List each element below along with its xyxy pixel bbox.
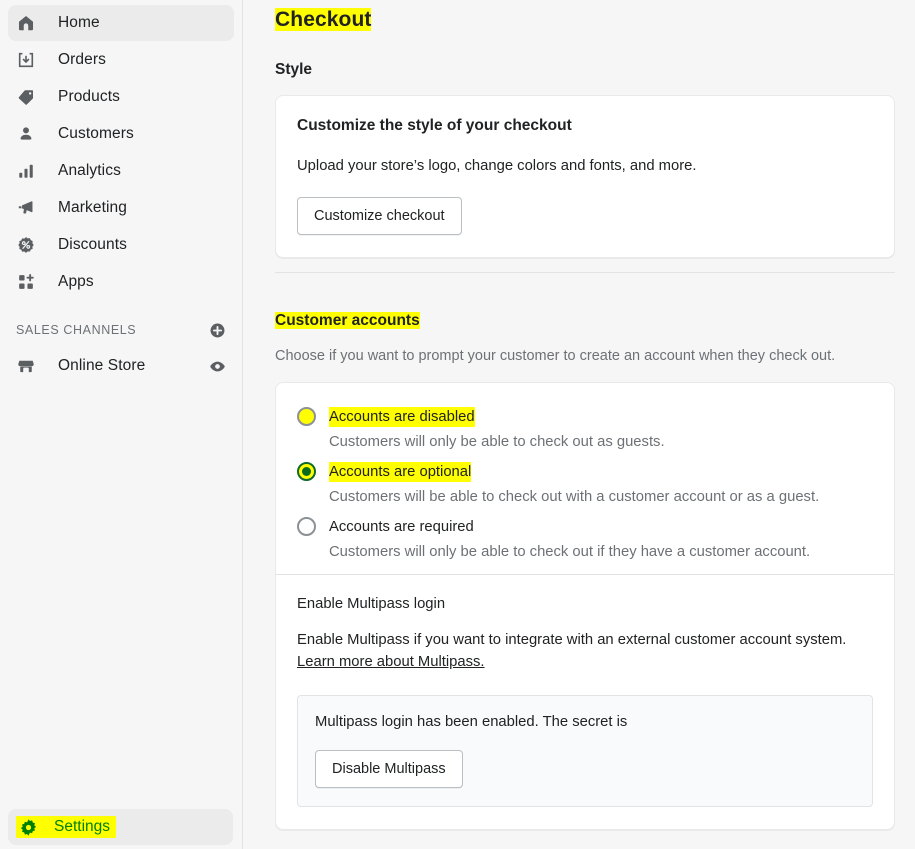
radio-label: Accounts are optional: [329, 462, 472, 482]
radio-help-text: Customers will only be able to check out…: [329, 544, 811, 560]
sidebar-item-label: Settings: [54, 818, 111, 835]
sidebar-item-label: Marketing: [58, 199, 127, 216]
gear-icon: [18, 817, 38, 837]
radio-option-accounts-required[interactable]: Accounts are required Customers will onl…: [297, 517, 873, 562]
multipass-learn-more-link[interactable]: Learn more about Multipass.: [297, 654, 485, 670]
multipass-text: Enable Multipass if you want to integrat…: [297, 629, 873, 673]
sales-channels-header: SALES CHANNELS: [8, 316, 234, 344]
home-icon: [16, 13, 36, 33]
style-card-body: Customize the style of your checkout Upl…: [276, 96, 894, 257]
sidebar-item-discounts[interactable]: Discounts: [8, 227, 234, 263]
customer-accounts-description: Choose if you want to prompt your custom…: [275, 348, 836, 364]
style-section-heading: Style: [275, 61, 313, 78]
radio-label: Accounts are required: [329, 519, 474, 535]
analytics-bars-icon: [16, 161, 36, 181]
sidebar-item-analytics[interactable]: Analytics: [8, 153, 234, 189]
sales-channels-title: SALES CHANNELS: [16, 323, 137, 337]
customers-person-icon: [16, 124, 36, 144]
sidebar-item-marketing[interactable]: Marketing: [8, 190, 234, 226]
radio-icon-accounts-required[interactable]: [297, 517, 317, 537]
customer-accounts-heading-row: Customer accounts: [275, 312, 895, 330]
radio-icon-accounts-disabled[interactable]: [297, 407, 317, 427]
plus-circle-icon[interactable]: [209, 322, 226, 339]
radio-option-accounts-disabled[interactable]: Accounts are disabled Customers will onl…: [297, 407, 873, 452]
sidebar-item-label: Discounts: [58, 236, 127, 253]
apps-grid-plus-icon: [16, 272, 36, 292]
customer-accounts-radio-group: Accounts are disabled Customers will onl…: [297, 403, 873, 562]
radio-help-text: Customers will be able to check out with…: [329, 489, 820, 505]
sidebar-item-online-store[interactable]: Online Store: [8, 348, 234, 384]
sidebar-item-orders[interactable]: Orders: [8, 42, 234, 78]
style-card-text: Upload your store’s logo, change colors …: [297, 158, 697, 174]
sidebar: Home Orders Products Customers Analytics…: [0, 0, 243, 849]
customer-accounts-card-body: Accounts are disabled Customers will onl…: [276, 383, 894, 829]
settings-highlight: Settings: [16, 816, 117, 838]
sidebar-item-label: Orders: [58, 51, 106, 68]
products-tag-icon: [16, 87, 36, 107]
sidebar-item-settings[interactable]: Settings: [8, 809, 233, 845]
multipass-status-text: Multipass login has been enabled. The se…: [315, 714, 628, 730]
customer-accounts-card: Accounts are disabled Customers will onl…: [275, 382, 895, 830]
sidebar-item-apps[interactable]: Apps: [8, 264, 234, 300]
sidebar-item-label: Customers: [58, 125, 134, 142]
multipass-title: Enable Multipass login: [297, 596, 446, 612]
main-content: Checkout Style Customize the style of yo…: [243, 0, 915, 849]
sidebar-item-label: Apps: [58, 273, 94, 290]
multipass-status-box: Multipass login has been enabled. The se…: [297, 695, 873, 807]
orders-icon: [16, 50, 36, 70]
sidebar-item-customers[interactable]: Customers: [8, 116, 234, 152]
radio-icon-accounts-optional[interactable]: [297, 462, 317, 482]
multipass-description: Enable Multipass if you want to integrat…: [297, 632, 847, 648]
page-title: Checkout: [275, 8, 372, 31]
sidebar-item-label: Analytics: [58, 162, 121, 179]
page-title-wrap: Checkout: [275, 0, 895, 32]
sidebar-item-label: Products: [58, 88, 120, 105]
sidebar-item-products[interactable]: Products: [8, 79, 234, 115]
disable-multipass-button[interactable]: Disable Multipass: [315, 750, 463, 788]
marketing-megaphone-icon: [16, 198, 36, 218]
style-card-title: Customize the style of your checkout: [297, 117, 572, 134]
sidebar-item-label: Home: [58, 14, 100, 31]
customer-accounts-heading: Customer accounts: [275, 312, 420, 329]
style-card: Customize the style of your checkout Upl…: [275, 95, 895, 258]
radio-label: Accounts are disabled: [329, 407, 475, 427]
card-inner-divider: [276, 574, 894, 575]
online-store-icon: [16, 356, 36, 376]
sidebar-item-label: Online Store: [58, 357, 146, 374]
sidebar-footer: Settings: [0, 809, 241, 845]
sidebar-item-home[interactable]: Home: [8, 5, 234, 41]
eye-icon[interactable]: [209, 358, 226, 375]
app-root: Home Orders Products Customers Analytics…: [0, 0, 915, 849]
section-divider: [275, 272, 895, 273]
discounts-percent-icon: [16, 235, 36, 255]
customize-checkout-button[interactable]: Customize checkout: [297, 197, 462, 235]
radio-option-accounts-optional[interactable]: Accounts are optional Customers will be …: [297, 462, 873, 507]
radio-help-text: Customers will only be able to check out…: [329, 434, 665, 450]
